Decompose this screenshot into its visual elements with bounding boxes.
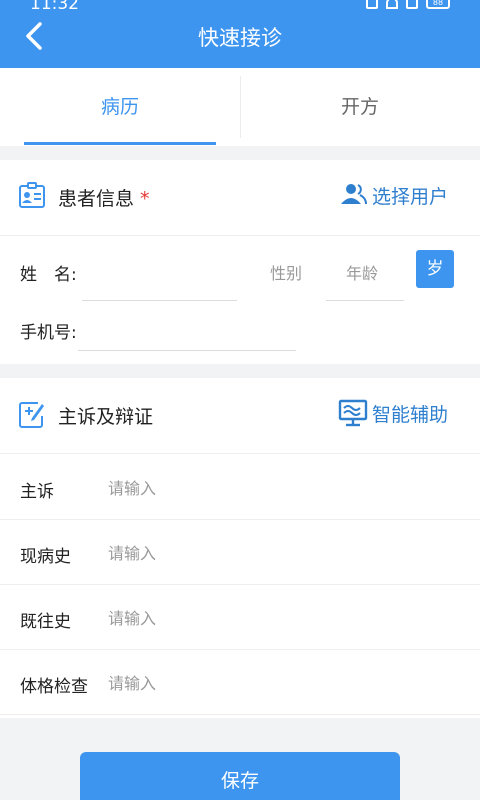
chief-complaint-row: 主诉 [0,455,480,520]
age-underline [326,300,404,301]
phone-label: 手机号: [20,323,77,343]
past-history-input[interactable] [108,605,448,631]
age-unit-button[interactable]: 岁 [416,250,454,288]
physical-exam-input[interactable] [108,670,448,696]
id-card-icon [19,182,45,208]
page-title: 快速接诊 [198,26,282,50]
present-illness-row: 现病史 [0,520,480,585]
vibrate-icon [366,0,378,9]
tab-prescription[interactable]: 开方 [240,68,480,146]
required-mark: * [140,188,150,210]
age-input[interactable]: 年龄 [346,260,378,284]
name-input[interactable] [84,256,234,286]
status-bar: 11:32 88 [0,0,480,14]
tab-medical-record[interactable]: 病历 [0,68,240,146]
patient-info-header: 患者信息 * 选择用户 [0,160,480,236]
chief-complaint-input[interactable] [108,475,448,501]
smart-assist-label: 智能辅助 [371,403,448,426]
select-user-label: 选择用户 [371,185,448,208]
past-history-label: 既往史 [20,612,71,632]
monitor-icon [338,399,368,427]
name-underline [82,300,237,301]
patient-info-title: 患者信息 * [58,184,150,211]
phone-input[interactable] [80,314,292,344]
physical-exam-row: 体格检查 [0,650,480,715]
tab-bar: 病历 开方 [0,68,480,146]
name-label: 姓 名: [20,265,77,285]
save-button[interactable]: 保存 [80,752,400,800]
present-illness-label: 现病史 [20,547,71,567]
users-icon [340,184,367,205]
status-time: 11:32 [30,0,79,14]
chief-complaint-label: 主诉 [20,482,54,502]
patient-info-card: 患者信息 * 选择用户 姓 名: 性别 年龄 手机号: [0,160,480,364]
patient-info-title-text: 患者信息 [58,188,135,210]
phone-underline [78,350,296,351]
complaint-title: 主诉及辩证 [58,406,154,428]
app-header: 11:32 88 快速接诊 [0,0,480,68]
wifi-icon [386,0,398,9]
active-tab-indicator [24,142,216,145]
complaint-header: 主诉及辩证 智能辅助 [0,378,480,454]
complaint-card: 主诉及辩证 智能辅助 主诉 现病史 既往史 体格检查 [0,378,480,718]
smart-assist-button[interactable]: 智能辅助 [338,398,448,428]
edit-plus-icon [19,402,44,428]
battery-icon: 88 [426,0,450,9]
physical-exam-label: 体格检查 [20,677,88,697]
gender-select[interactable]: 性别 [270,260,302,284]
past-history-row: 既往史 [0,585,480,650]
status-icons: 88 [366,0,450,9]
present-illness-input[interactable] [108,540,448,566]
sim-icon [406,0,418,9]
select-user-button[interactable]: 选择用户 [338,180,448,210]
